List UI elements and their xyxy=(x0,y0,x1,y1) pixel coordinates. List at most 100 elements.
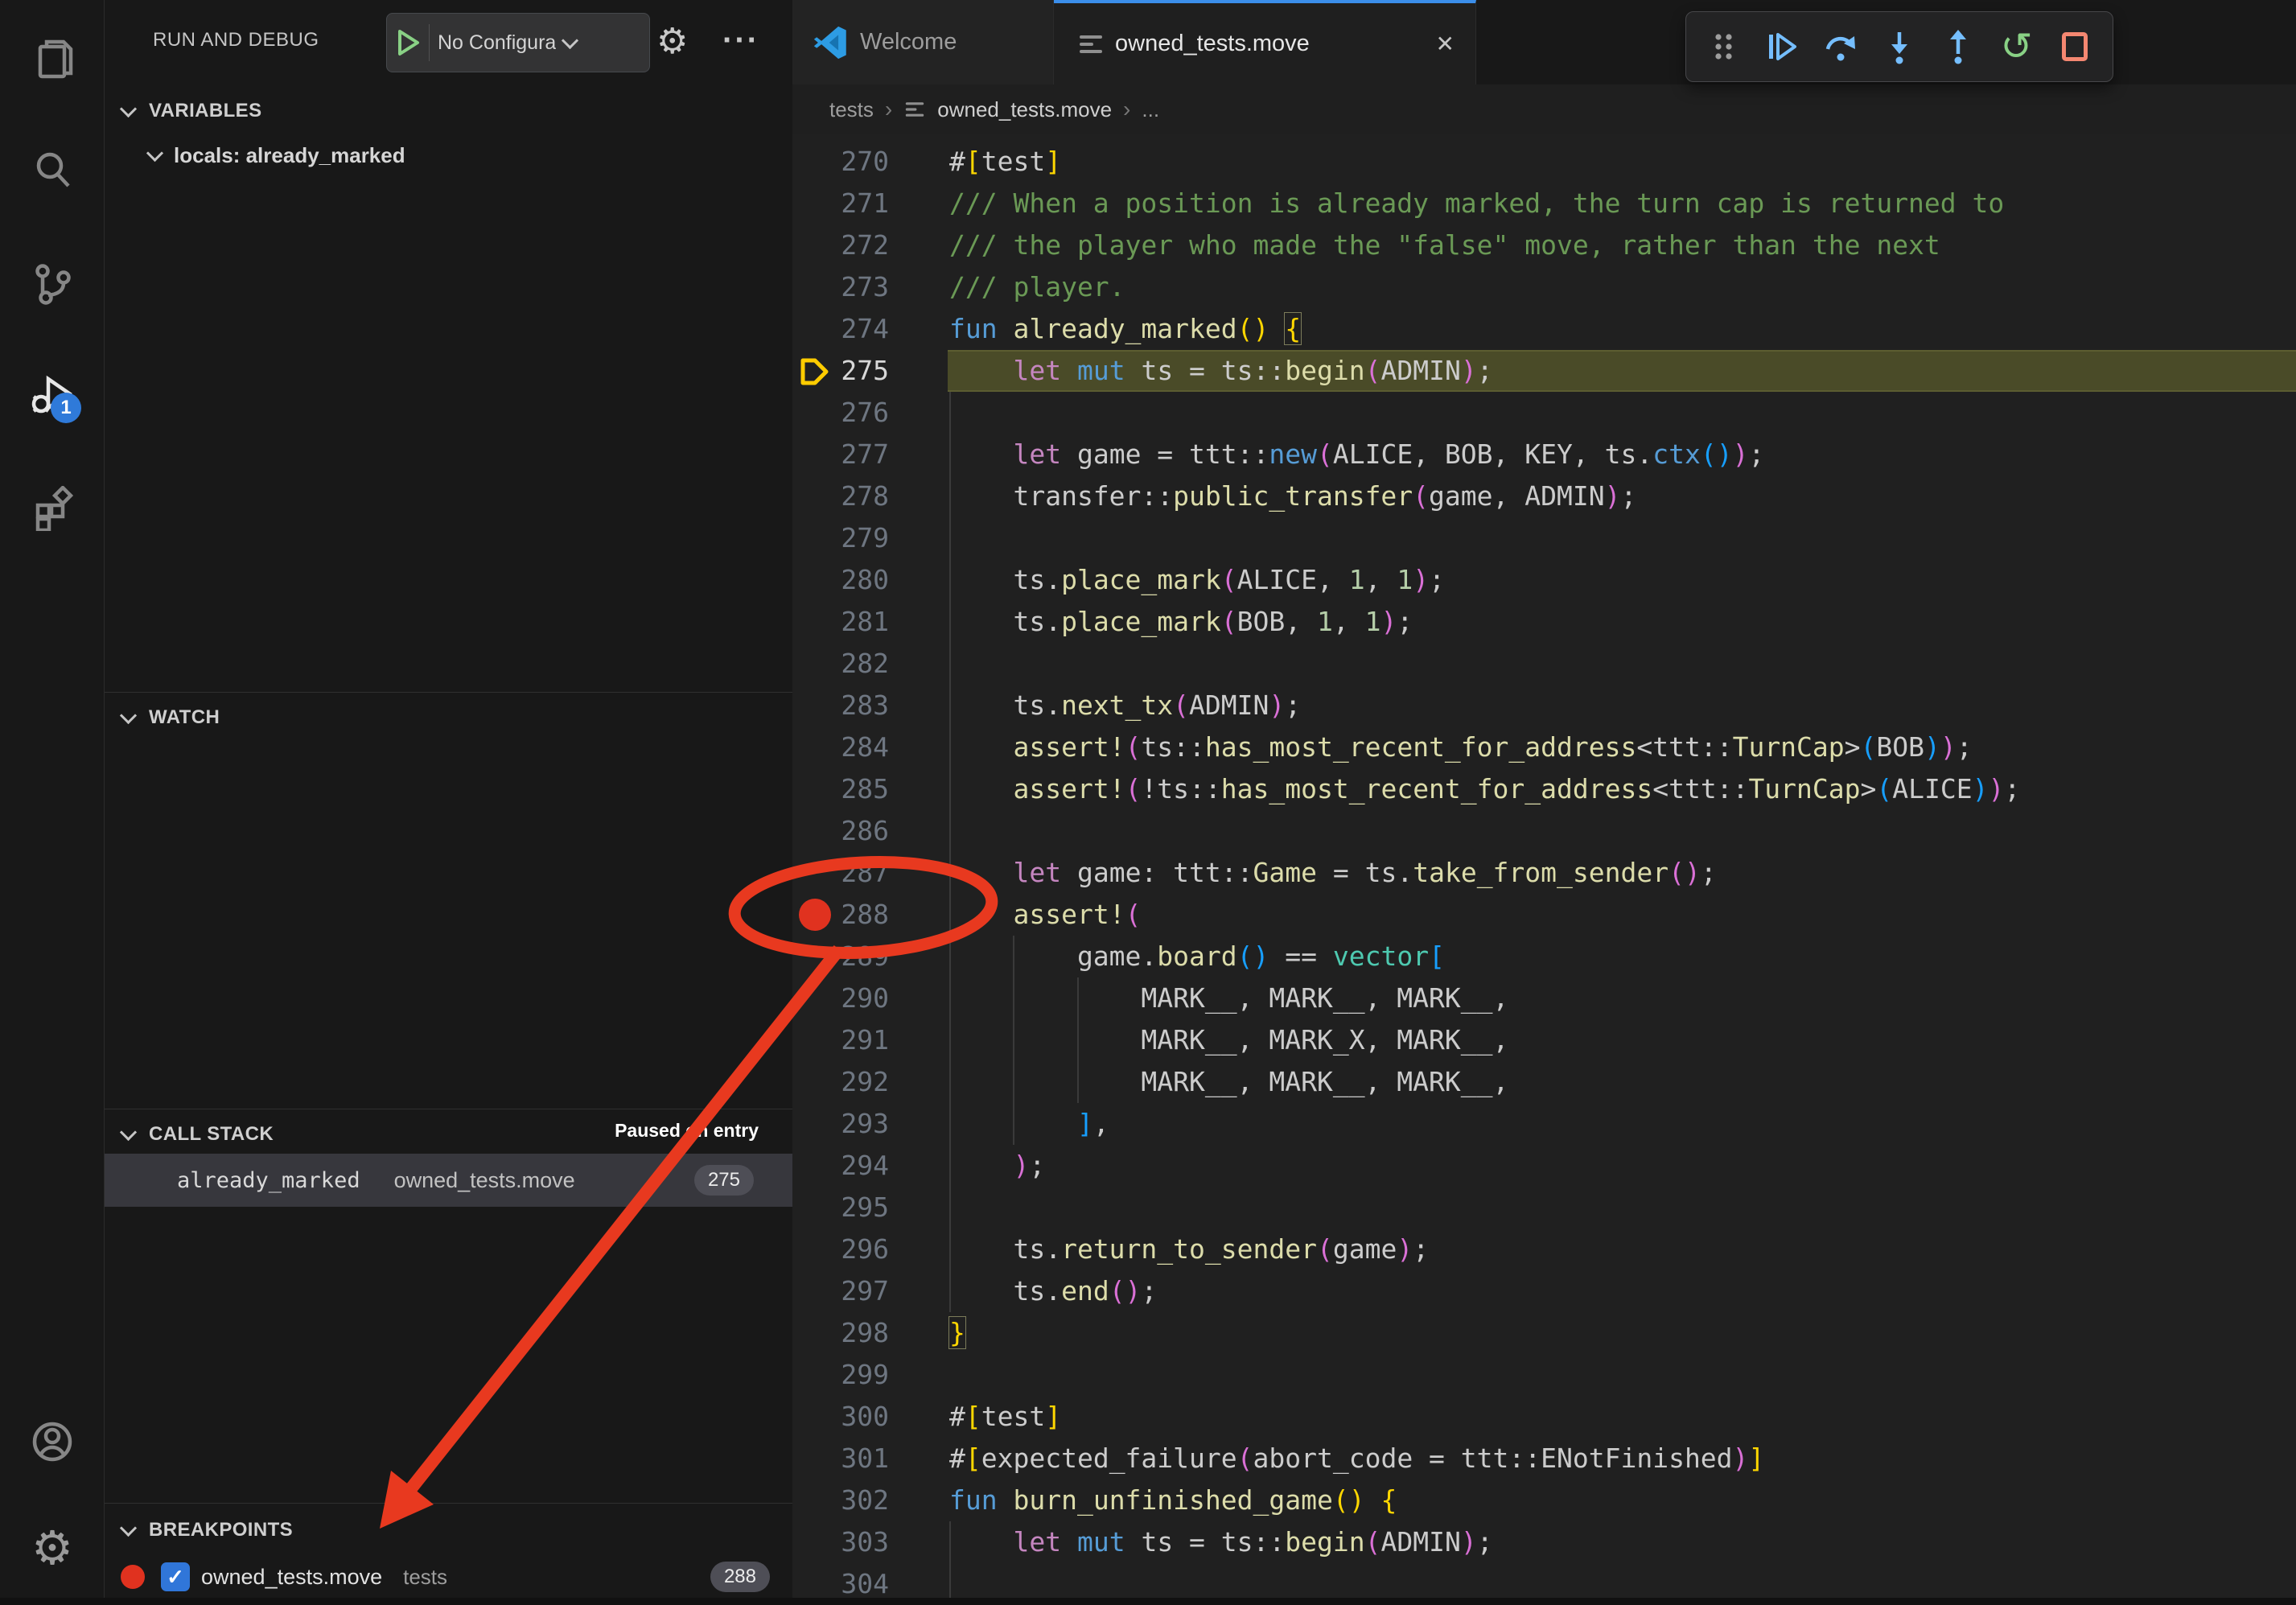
line-number[interactable]: 282 xyxy=(792,643,889,685)
line-number[interactable]: 297 xyxy=(792,1270,889,1312)
debug-settings-gear-icon[interactable]: ⚙ xyxy=(656,18,688,66)
line-number[interactable]: 284 xyxy=(792,726,889,768)
config-label: No Configura xyxy=(438,31,556,55)
restart-button[interactable]: ↺ xyxy=(1998,27,2036,66)
line-number[interactable]: 295 xyxy=(792,1187,889,1228)
sidebar-title: RUN AND DEBUG xyxy=(153,29,319,51)
line-number[interactable]: 296 xyxy=(792,1228,889,1270)
line-number[interactable]: 303 xyxy=(792,1521,889,1563)
chevron-right-icon: › xyxy=(885,97,892,122)
frame-line-badge: 275 xyxy=(694,1165,754,1196)
code-text: assert!( xyxy=(949,894,1141,936)
breakpoint-checkbox[interactable]: ✓ xyxy=(161,1562,190,1591)
source-control-icon[interactable] xyxy=(30,261,75,306)
line-number[interactable]: 280 xyxy=(792,559,889,601)
code-line: 300 #[test] xyxy=(792,1396,2296,1438)
line-number[interactable]: 279 xyxy=(792,517,889,559)
code-text: transfer::public_transfer(game, ADMIN); xyxy=(949,475,1636,517)
code-text: MARK__, MARK__, MARK__, xyxy=(949,977,1508,1019)
chevron-down-icon xyxy=(562,31,578,48)
line-number[interactable]: 278 xyxy=(792,475,889,517)
line-number[interactable]: 276 xyxy=(792,392,889,434)
code-text: #[expected_failure(abort_code = ttt::ENo… xyxy=(949,1438,1764,1479)
code-line: 299 xyxy=(792,1354,2296,1396)
explorer-icon[interactable] xyxy=(30,35,75,80)
code-text: let game = ttt::new(ALICE, BOB, KEY, ts.… xyxy=(949,434,1764,475)
tab-welcome[interactable]: Welcome xyxy=(792,0,1054,84)
code-text: let game: ttt::Game = ts.take_from_sende… xyxy=(949,852,1717,894)
line-number[interactable]: 298 xyxy=(792,1312,889,1354)
code-line: 296 ts.return_to_sender(game); xyxy=(792,1228,2296,1270)
breakpoint-list-item[interactable]: ✓ owned_tests.move tests 288 xyxy=(105,1556,792,1598)
account-icon[interactable] xyxy=(30,1419,75,1464)
frame-function-name: already_marked xyxy=(177,1168,360,1193)
search-icon[interactable] xyxy=(30,148,75,193)
line-number[interactable]: 287 xyxy=(792,852,889,894)
step-into-button[interactable] xyxy=(1880,27,1919,66)
toolbar-drag-grip[interactable] xyxy=(1704,27,1743,66)
line-number[interactable]: 288 xyxy=(792,894,889,936)
section-divider xyxy=(105,1503,792,1504)
extensions-icon[interactable] xyxy=(30,486,75,531)
step-out-button[interactable] xyxy=(1939,27,1977,66)
run-and-debug-icon[interactable]: 1 xyxy=(30,372,75,417)
section-variables[interactable]: VARIABLES xyxy=(105,90,792,132)
line-number[interactable]: 292 xyxy=(792,1061,889,1103)
line-number[interactable]: 274 xyxy=(792,308,889,350)
line-number[interactable]: 285 xyxy=(792,768,889,810)
start-debug-icon[interactable] xyxy=(397,29,421,56)
stop-button[interactable] xyxy=(2055,27,2094,66)
line-number[interactable]: 286 xyxy=(792,810,889,852)
line-number[interactable]: 304 xyxy=(792,1563,889,1605)
line-number[interactable]: 290 xyxy=(792,977,889,1019)
launch-config-dropdown[interactable]: No Configura xyxy=(386,13,650,72)
section-watch[interactable]: WATCH xyxy=(105,697,792,739)
line-number[interactable]: 272 xyxy=(792,224,889,266)
close-icon[interactable]: ✕ xyxy=(1436,31,1455,57)
continue-button[interactable] xyxy=(1763,27,1801,66)
line-number[interactable]: 289 xyxy=(792,936,889,977)
code-line: 298} xyxy=(792,1312,2296,1354)
line-number[interactable]: 293 xyxy=(792,1103,889,1145)
line-number[interactable]: 283 xyxy=(792,685,889,726)
step-over-button[interactable] xyxy=(1821,27,1860,66)
more-actions-icon[interactable]: ··· xyxy=(722,18,759,63)
line-number[interactable]: 302 xyxy=(792,1479,889,1521)
line-number[interactable]: 299 xyxy=(792,1354,889,1396)
code-line: 289 game.board() == vector[ xyxy=(792,936,2296,977)
code-text: #[test] xyxy=(949,1396,1061,1438)
section-divider xyxy=(105,692,792,693)
line-number[interactable]: 275 xyxy=(792,350,889,392)
code-text: fun burn_unfinished_game() { xyxy=(949,1479,1397,1521)
call-stack-frame-row[interactable]: already_marked owned_tests.move 275 xyxy=(105,1154,792,1207)
code-text: } xyxy=(949,1312,965,1354)
breadcrumb-item[interactable]: owned_tests.move xyxy=(937,97,1112,122)
line-number[interactable]: 273 xyxy=(792,266,889,308)
code-text: ], xyxy=(949,1103,1109,1145)
vscode-window: { "activity_bar": { "icons": ["explorer"… xyxy=(0,0,2296,1598)
breadcrumb-item[interactable]: tests xyxy=(829,97,874,122)
code-text: MARK__, MARK__, MARK__, xyxy=(949,1061,1508,1103)
code-text: let mut ts = ts::begin(ADMIN); xyxy=(949,350,1493,392)
line-number[interactable]: 301 xyxy=(792,1438,889,1479)
locals-scope-row[interactable]: locals: already_marked xyxy=(149,143,405,168)
line-number[interactable]: 271 xyxy=(792,183,889,224)
move-file-icon xyxy=(1080,31,1102,57)
paused-status-badge: Paused on entry xyxy=(615,1120,759,1142)
settings-gear-icon[interactable]: ⚙ xyxy=(0,1525,105,1572)
code-text: assert!(ts::has_most_recent_for_address<… xyxy=(949,726,1973,768)
line-number[interactable]: 294 xyxy=(792,1145,889,1187)
tab-label: owned_tests.move xyxy=(1115,31,1310,57)
breadcrumb-item[interactable]: ... xyxy=(1142,97,1159,122)
line-number[interactable]: 291 xyxy=(792,1019,889,1061)
tab-owned-tests[interactable]: owned_tests.move ✕ xyxy=(1054,0,1476,84)
line-number[interactable]: 281 xyxy=(792,601,889,643)
call-stack-label: CALL STACK xyxy=(149,1123,274,1146)
code-text: /// When a position is already marked, t… xyxy=(949,183,2004,224)
line-number[interactable]: 270 xyxy=(792,141,889,183)
line-number[interactable]: 277 xyxy=(792,434,889,475)
line-number[interactable]: 300 xyxy=(792,1396,889,1438)
code-text: fun already_marked() { xyxy=(949,308,1301,350)
code-text: game.board() == vector[ xyxy=(949,936,1445,977)
section-breakpoints[interactable]: BREAKPOINTS xyxy=(105,1509,792,1551)
